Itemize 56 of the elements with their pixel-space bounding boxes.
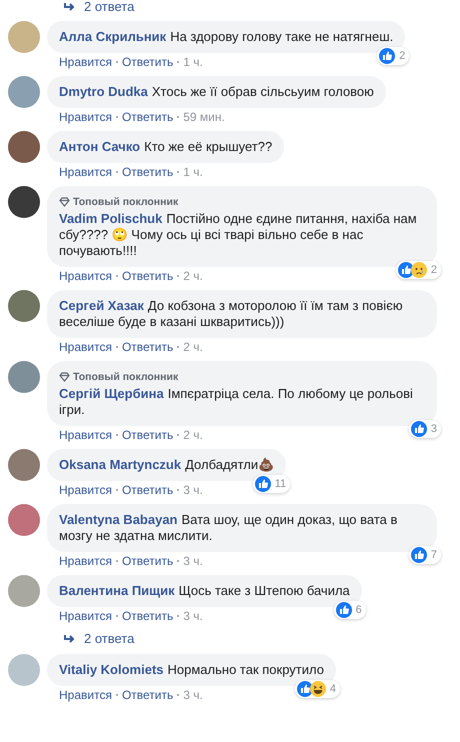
like-link[interactable]: Нравится [59,165,112,179]
reply-link[interactable]: Ответить [122,55,174,69]
like-link[interactable]: Нравится [59,55,112,69]
badge-label: Топовый поклонник [73,370,178,385]
badge-label: Топовый поклонник [73,195,178,210]
avatar-photo-placeholder[interactable] [8,131,40,163]
reaction-count: 7 [430,548,437,563]
reply-link[interactable]: Ответить [122,340,174,354]
reaction-count: 11 [274,477,286,492]
comment-text: Oksana Martynczuk Долбадятли💩 [59,457,274,473]
comment-text: Vadim Polischuk Постійно одне єдине питання, нахіба нам сбу???? 🙄 Чому ось ці всі тварі вільно себе в нас почувають!!!! [59,211,418,259]
thumbs-up-icon [398,262,414,278]
reply-link[interactable]: Ответить [122,428,174,442]
reaction-count: 4 [330,682,336,697]
comment-text: Valentyna Babayan Вата шоу, ще один доказ, що вата в мозгу не здатна мислити. [59,512,398,544]
diamond-icon [59,372,70,382]
replies-link[interactable]: 2 ответа [8,0,452,14]
reply-link[interactable]: Ответить [122,554,174,568]
thumbs-up-icon [410,421,427,437]
like-link[interactable]: Нравится [59,483,112,497]
reply-link[interactable]: Ответить [122,609,174,623]
comment-text: Антон Сачко Кто же её крышует?? [59,139,272,155]
reply-link[interactable]: Ответить [122,483,174,497]
like-link[interactable]: Нравится [59,688,112,702]
replies-link[interactable]: 2 ответа [8,631,452,647]
comment-text: Алла Скрильник На здорову голову таке не натягнеш. [59,29,394,45]
like-link[interactable]: Нравится [59,340,112,354]
diamond-icon [59,197,70,207]
reply-link[interactable]: Ответить [122,269,174,283]
reply-link[interactable]: Ответить [122,110,174,124]
reaction-count: 2 [399,49,406,64]
comment-text: Валентина Пищик Щось таке з Штепою бачила [59,583,350,599]
reply-link[interactable]: Ответить [122,165,174,179]
thumbs-up-icon [254,476,271,492]
like-link[interactable]: Нравится [59,269,112,283]
thumbs-up-icon [296,681,313,697]
like-link[interactable]: Нравится [59,428,112,442]
reply-link[interactable]: Ответить [122,688,174,702]
like-link[interactable]: Нравится [59,110,112,124]
reply-arrow-icon [64,2,76,12]
like-link[interactable]: Нравится [59,554,112,568]
reaction-count: 2 [430,263,437,278]
thumbs-up-icon [410,547,427,563]
reaction-count: 3 [430,422,437,437]
laughing-face-icon [310,681,326,697]
reply-arrow-icon [64,634,76,644]
comment-text: Vitaliy Kolomiets Нормально так покрутило [59,662,324,678]
thumbs-up-icon [379,48,396,64]
comment-text: Сергей Хазак До кобзона з моторолою її їм там з повією веселіше буде в казані шкваритись))) [59,298,404,330]
crying-face-icon [410,262,427,278]
like-link[interactable]: Нравится [59,609,112,623]
avatar-photo-placeholder[interactable] [8,186,40,218]
comment-text: Dmytro Dudka Хтось же її обрав сільсьуим головою [59,84,374,100]
comment-text: Сергій Щербина Імпєратріца села. По любому це рольові ігри. [59,386,414,418]
reaction-count: 6 [356,603,362,618]
thumbs-up-icon [336,602,352,618]
